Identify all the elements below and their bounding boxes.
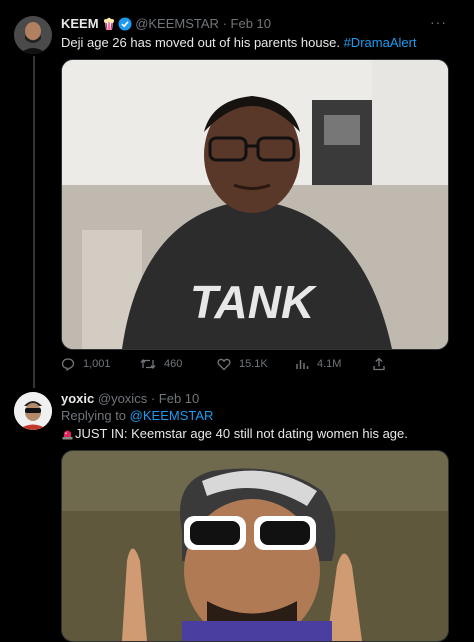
svg-text:TANK: TANK bbox=[190, 276, 317, 328]
tweet2-header: yoxic @yoxics · Feb 10 bbox=[61, 391, 199, 407]
replying-to-line: Replying to @KEEMSTAR bbox=[61, 408, 213, 424]
timestamp[interactable]: Feb 10 bbox=[231, 16, 271, 31]
hashtag-link[interactable]: #DramaAlert bbox=[344, 35, 417, 50]
tweet2-media-image[interactable] bbox=[61, 450, 449, 642]
share-button[interactable] bbox=[372, 357, 386, 371]
timestamp[interactable]: Feb 10 bbox=[159, 391, 199, 406]
tweet1-media-image[interactable]: TANK bbox=[61, 59, 449, 350]
tweet1-text: Deji age 26 has moved out of his parents… bbox=[61, 34, 417, 51]
views-button[interactable]: 4.1M bbox=[295, 357, 341, 371]
avatar-yoxic[interactable] bbox=[14, 392, 52, 430]
thread-connector-line bbox=[33, 56, 35, 388]
retweet-icon bbox=[140, 358, 156, 370]
views-icon bbox=[296, 360, 309, 369]
like-button[interactable]: 15.1K bbox=[217, 357, 268, 371]
handle[interactable]: @yoxics bbox=[98, 391, 147, 406]
tweet2-text: JUST IN: Keemstar age 40 still not datin… bbox=[75, 426, 408, 441]
reply-icon bbox=[61, 358, 75, 371]
tweet1-action-bar: 1,001 460 15.1K 4.1M bbox=[61, 357, 447, 375]
retweet-button[interactable]: 460 bbox=[140, 357, 182, 371]
replying-prefix: Replying to bbox=[61, 408, 130, 423]
display-name[interactable]: KEEM bbox=[61, 16, 99, 31]
display-name[interactable]: yoxic bbox=[61, 391, 94, 406]
like-icon bbox=[217, 358, 231, 371]
avatar-keem[interactable] bbox=[14, 16, 52, 54]
tweet1-header: KEEM @KEEMSTAR · Feb 10 bbox=[61, 16, 271, 35]
replying-handle-link[interactable]: @KEEMSTAR bbox=[130, 408, 214, 423]
retweet-count: 460 bbox=[164, 358, 183, 370]
like-count: 15.1K bbox=[239, 358, 268, 370]
reply-count: 1,001 bbox=[83, 358, 111, 370]
verified-badge-icon bbox=[118, 17, 132, 35]
view-count: 4.1M bbox=[317, 358, 342, 370]
more-icon[interactable]: ··· bbox=[430, 14, 447, 30]
tweet1-text-main: Deji age 26 has moved out of his parents… bbox=[61, 35, 344, 50]
tweet2-text-line: JUST IN: Keemstar age 40 still not datin… bbox=[61, 425, 408, 444]
siren-emoji-icon bbox=[61, 427, 74, 444]
separator: · bbox=[222, 16, 227, 31]
reply-button[interactable]: 1,001 bbox=[61, 357, 111, 371]
share-icon bbox=[373, 357, 385, 371]
popcorn-emoji-icon bbox=[103, 17, 115, 34]
separator: · bbox=[150, 391, 156, 406]
handle[interactable]: @KEEMSTAR bbox=[135, 16, 219, 31]
